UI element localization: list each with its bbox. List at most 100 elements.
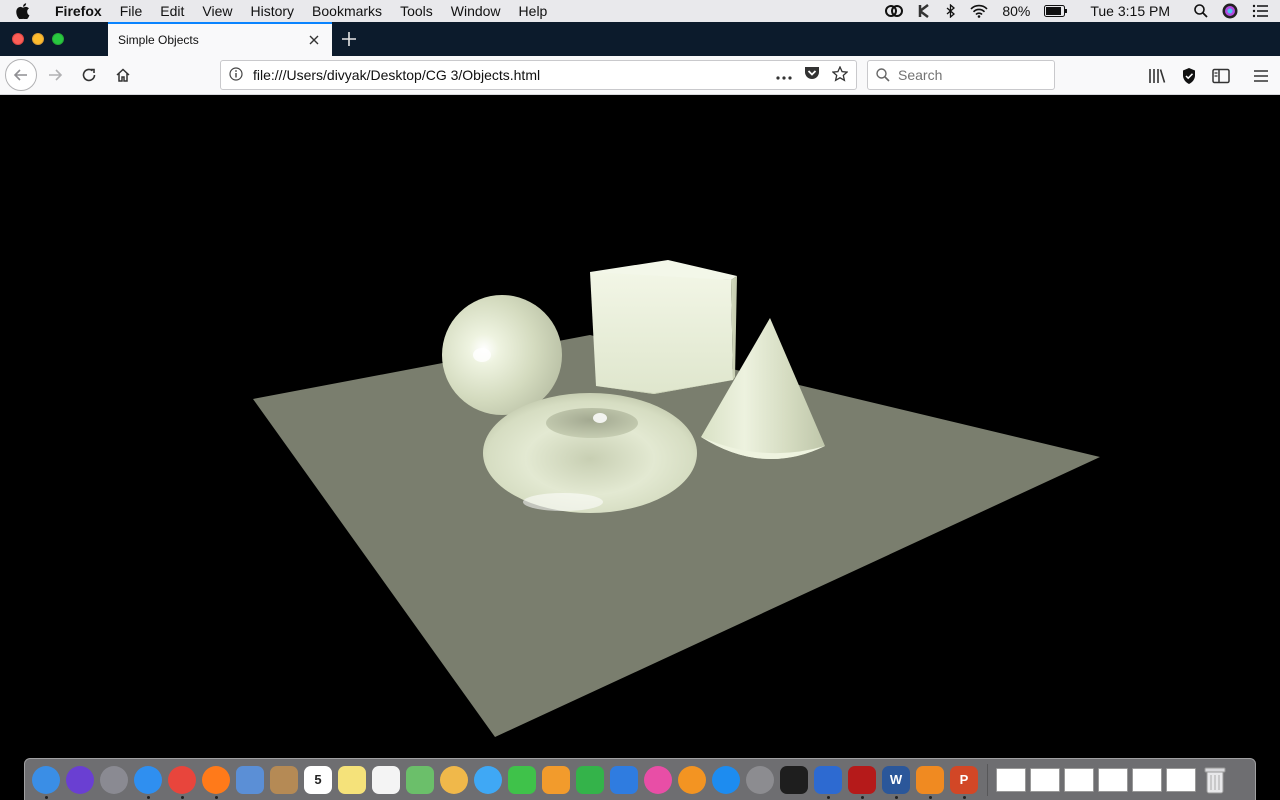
dock-doc-1[interactable] [995, 763, 1028, 796]
dock-separator [987, 763, 988, 796]
clock[interactable]: Tue 3:15 PM [1090, 0, 1170, 22]
dock-doc-6[interactable] [1165, 763, 1198, 796]
dock-app-pages[interactable] [540, 763, 573, 796]
pages-icon [542, 765, 570, 794]
app-store-icon [712, 765, 740, 794]
acrobat-icon [848, 765, 876, 794]
dock-app-acrobat[interactable] [846, 763, 879, 799]
dock-app-wireshark[interactable] [812, 763, 845, 799]
shield-icon[interactable] [1180, 67, 1198, 85]
info-icon[interactable] [229, 66, 243, 84]
url-bar[interactable]: file:///Users/divyak/Desktop/CG 3/Object… [220, 60, 857, 90]
running-indicator [928, 796, 932, 799]
messages-icon [474, 765, 502, 794]
dock-doc-5[interactable] [1131, 763, 1164, 796]
dock-app-messages[interactable] [472, 763, 505, 796]
menu-help[interactable]: Help [510, 0, 557, 22]
dock-app-launchpad[interactable] [98, 763, 131, 796]
menu-window[interactable]: Window [442, 0, 510, 22]
dock-app-calendar[interactable]: 5 [302, 763, 335, 796]
menu-tools[interactable]: Tools [391, 0, 442, 22]
dock-app-notes[interactable] [336, 763, 369, 796]
menu-app-name[interactable]: Firefox [46, 0, 111, 22]
dock-app-preview[interactable] [234, 763, 267, 796]
siri-icon[interactable] [1222, 0, 1238, 22]
dock-app-firefox[interactable] [200, 763, 233, 799]
reminders-icon [372, 765, 400, 794]
dock-app-terminal[interactable] [778, 763, 811, 796]
dock-app-maps[interactable] [404, 763, 437, 796]
dock-app-sublime[interactable] [914, 763, 947, 799]
hamburger-menu-icon[interactable] [1252, 67, 1270, 85]
menu-edit[interactable]: Edit [151, 0, 193, 22]
wifi-icon[interactable] [970, 0, 988, 22]
back-button[interactable] [5, 59, 37, 91]
dock-app-contacts[interactable] [268, 763, 301, 796]
url-text[interactable]: file:///Users/divyak/Desktop/CG 3/Object… [253, 67, 776, 83]
notification-center-icon[interactable] [1252, 0, 1268, 22]
webgl-canvas[interactable] [0, 95, 1280, 758]
running-indicator [962, 796, 966, 799]
close-window-button[interactable] [12, 33, 24, 45]
dock-app-chrome[interactable] [166, 763, 199, 799]
zoom-window-button[interactable] [52, 33, 64, 45]
dock-app-siri[interactable] [64, 763, 97, 796]
close-icon [309, 35, 319, 45]
dock-app-word[interactable]: W [880, 763, 913, 799]
dock-app-ibooks[interactable] [676, 763, 709, 796]
calendar-icon: 5 [304, 765, 332, 794]
creative-cloud-icon[interactable] [884, 0, 904, 22]
page-actions-icon[interactable] [776, 67, 792, 83]
sidebar-icon[interactable] [1212, 67, 1230, 85]
document-thumbnail-icon [996, 767, 1026, 792]
minimize-window-button[interactable] [32, 33, 44, 45]
spotlight-search-icon[interactable] [1194, 0, 1208, 22]
tab-simple-objects[interactable]: Simple Objects [108, 22, 332, 56]
pocket-icon[interactable] [804, 66, 820, 84]
finder-icon [32, 765, 60, 794]
launchpad-icon [100, 765, 128, 794]
reload-button[interactable] [73, 59, 105, 91]
menu-bookmarks[interactable]: Bookmarks [303, 0, 391, 22]
dock-trash[interactable] [1199, 763, 1232, 796]
tab-close-button[interactable] [306, 32, 322, 48]
arrow-right-icon [49, 69, 63, 81]
dock-app-itunes[interactable] [642, 763, 675, 796]
dock-app-reminders[interactable] [370, 763, 403, 796]
k-app-icon[interactable] [918, 0, 932, 22]
dock-app-safari[interactable] [132, 763, 165, 799]
menu-history[interactable]: History [241, 0, 303, 22]
photos-icon [440, 765, 468, 794]
bluetooth-icon[interactable] [946, 0, 956, 22]
dock-app-numbers[interactable] [574, 763, 607, 796]
bookmark-star-icon[interactable] [831, 64, 849, 85]
dock-doc-3[interactable] [1063, 763, 1096, 796]
dock-app-app-store[interactable] [710, 763, 743, 796]
forward-button[interactable] [39, 59, 71, 91]
reload-icon [82, 68, 96, 82]
home-button[interactable] [107, 59, 139, 91]
document-thumbnail-icon [1098, 767, 1128, 792]
dock-app-finder[interactable] [30, 763, 63, 799]
home-icon [116, 68, 130, 82]
dock-app-facetime[interactable] [506, 763, 539, 796]
dock-app-photos[interactable] [438, 763, 471, 796]
menu-bar: Firefox File Edit View History Bookmarks… [0, 0, 1280, 22]
tab-strip: Simple Objects [0, 22, 1280, 56]
search-bar[interactable] [867, 60, 1055, 90]
search-input[interactable] [898, 67, 1038, 83]
menu-view[interactable]: View [193, 0, 241, 22]
dock-doc-4[interactable] [1097, 763, 1130, 796]
dock-app-powerpoint[interactable]: P [948, 763, 981, 799]
firefox-icon [202, 765, 230, 794]
menu-file[interactable]: File [111, 0, 152, 22]
dock-app-system-preferences[interactable] [744, 763, 777, 796]
apple-menu[interactable] [0, 3, 46, 19]
battery-icon[interactable] [1044, 0, 1068, 22]
library-icon[interactable] [1148, 67, 1166, 85]
sphere-object [442, 295, 562, 415]
dock-app-keynote[interactable] [608, 763, 641, 796]
new-tab-button[interactable] [332, 22, 366, 56]
dock-doc-2[interactable] [1029, 763, 1062, 796]
torus-object [483, 393, 697, 513]
